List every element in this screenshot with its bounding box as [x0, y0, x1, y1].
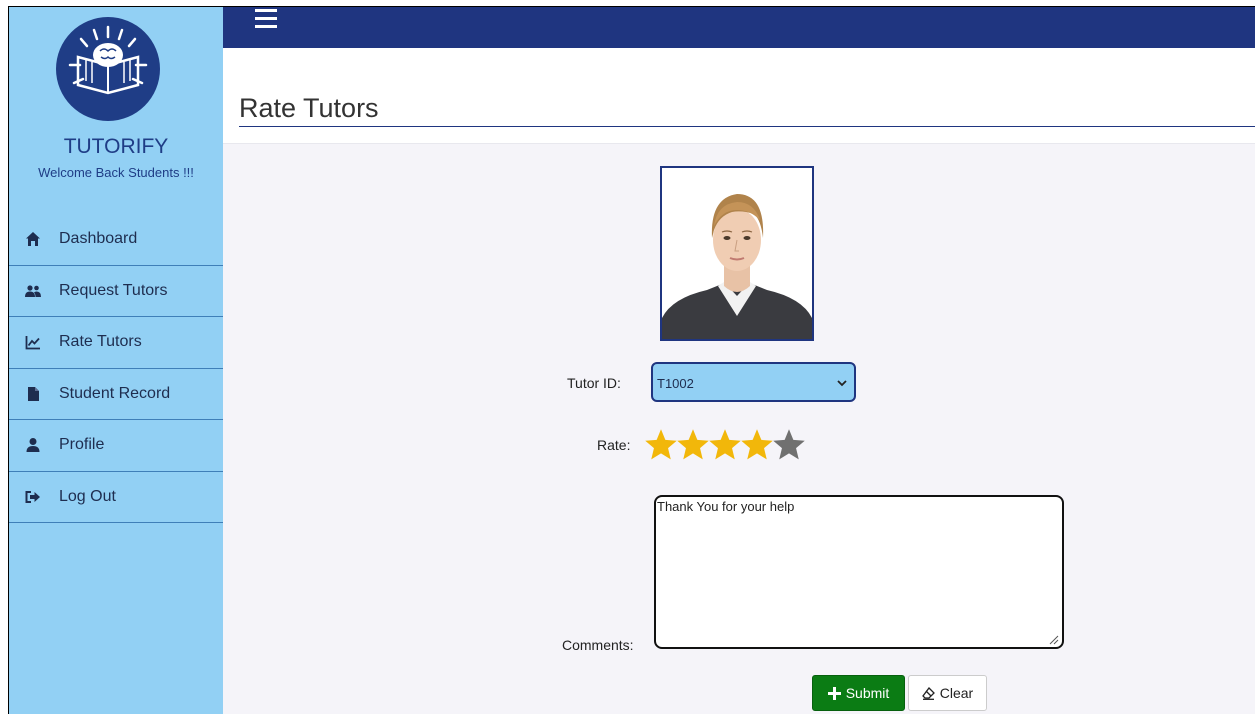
- page-header: Rate Tutors: [223, 48, 1255, 144]
- sidebar-nav: Dashboard Request Tutors Rate Tutors Stu…: [9, 214, 223, 523]
- sign-out-icon: [25, 490, 40, 503]
- title-underline: [239, 126, 1255, 127]
- tutorify-logo: [56, 17, 160, 121]
- tutor-id-value: T1002: [657, 376, 694, 391]
- resize-handle-icon[interactable]: [1049, 635, 1059, 645]
- file-icon: [28, 386, 39, 401]
- sidebar-item-profile[interactable]: Profile: [9, 420, 223, 472]
- star-filled-icon[interactable]: [675, 427, 711, 463]
- sidebar-item-label: Student Record: [59, 384, 171, 402]
- top-bar: [223, 7, 1255, 48]
- star-filled-icon[interactable]: [707, 427, 743, 463]
- sidebar-item-student-record[interactable]: Student Record: [9, 369, 223, 420]
- page-title: Rate Tutors: [239, 93, 379, 123]
- sidebar-item-label: Request Tutors: [59, 281, 168, 299]
- sidebar-item-label: Dashboard: [59, 230, 138, 248]
- sidebar-item-rate-tutors[interactable]: Rate Tutors: [9, 317, 223, 369]
- user-icon: [26, 438, 40, 453]
- submit-button[interactable]: Submit: [812, 675, 905, 711]
- submit-button-label: Submit: [845, 685, 890, 701]
- star-rating: [643, 427, 805, 463]
- sidebar-item-request-tutors[interactable]: Request Tutors: [9, 266, 223, 317]
- sidebar-item-log-out[interactable]: Log Out: [9, 472, 223, 523]
- chevron-down-icon: [837, 380, 847, 387]
- comments-textarea[interactable]: Thank You for your help: [654, 495, 1064, 649]
- comments-label: Comments:: [562, 637, 634, 653]
- sidebar-item-label: Log Out: [59, 487, 116, 505]
- sidebar: TUTORIFY Welcome Back Students !!! Dashb…: [9, 7, 223, 714]
- eraser-icon: [921, 686, 935, 700]
- welcome-message: Welcome Back Students !!!: [38, 165, 194, 180]
- menu-toggle-icon[interactable]: [255, 9, 277, 29]
- clear-button-label: Clear: [939, 685, 974, 701]
- users-icon: [25, 285, 41, 297]
- sidebar-item-label: Profile: [59, 436, 105, 454]
- rate-label: Rate:: [597, 437, 631, 453]
- star-empty-icon[interactable]: [771, 427, 807, 463]
- app-frame: TUTORIFY Welcome Back Students !!! Dashb…: [8, 6, 1255, 714]
- chart-line-icon: [25, 336, 40, 350]
- star-filled-icon[interactable]: [643, 427, 679, 463]
- home-icon: [26, 232, 40, 247]
- tutor-id-label: Tutor ID:: [567, 375, 621, 391]
- sidebar-item-label: Rate Tutors: [59, 333, 142, 351]
- tutor-id-select[interactable]: T1002: [651, 362, 856, 402]
- tutor-photo: [660, 166, 814, 341]
- sidebar-item-dashboard[interactable]: Dashboard: [9, 214, 223, 266]
- brand-name: TUTORIFY: [63, 135, 169, 158]
- star-filled-icon[interactable]: [739, 427, 775, 463]
- plus-icon: [827, 686, 841, 700]
- clear-button[interactable]: Clear: [908, 675, 987, 711]
